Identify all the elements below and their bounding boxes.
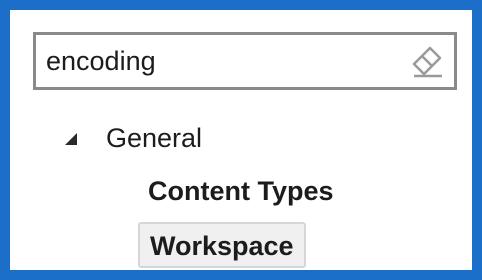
collapse-triangle-icon[interactable] <box>60 126 84 150</box>
tree-node-general-label: General <box>106 122 203 153</box>
tree-item-workspace[interactable]: Workspace <box>138 222 306 268</box>
eraser-icon[interactable] <box>410 45 444 79</box>
tree-item-content-types[interactable]: Content Types <box>138 169 344 215</box>
filter-search-input[interactable] <box>46 41 386 81</box>
tree-node-general[interactable]: General <box>60 118 202 158</box>
filter-search-box[interactable] <box>33 32 457 90</box>
preferences-filter-panel: General Content Types Workspace <box>0 0 482 280</box>
